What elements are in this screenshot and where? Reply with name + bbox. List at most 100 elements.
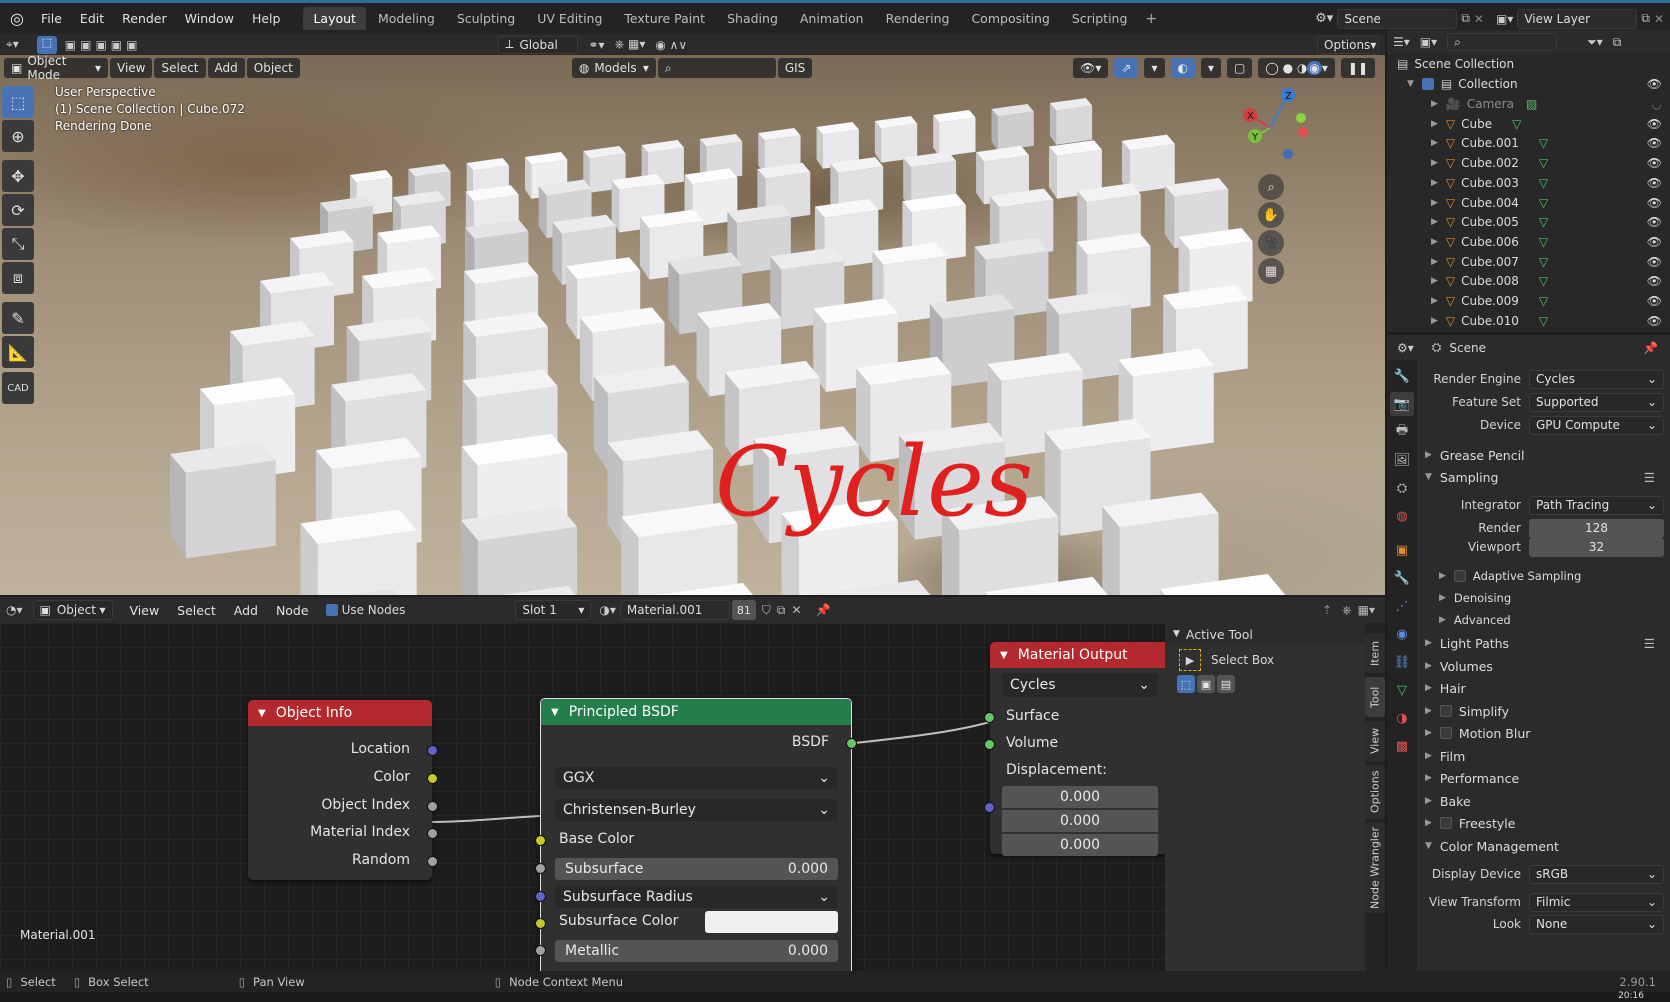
camera-view-icon[interactable]: 🎥	[1258, 230, 1284, 256]
object-tab-icon[interactable]: ▣	[1390, 538, 1414, 562]
mesh-data-icon[interactable]: ▽	[1512, 117, 1521, 131]
gizmo-dropdown-icon[interactable]: ▾	[1144, 58, 1165, 78]
duplicate-material-icon[interactable]: ⧉	[777, 603, 786, 618]
visibility-eye-icon[interactable]: 👁	[1647, 117, 1662, 131]
collection-checkbox[interactable]	[1421, 78, 1434, 90]
mode-set-icon[interactable]: ⬚	[1177, 675, 1195, 693]
data-tab-icon[interactable]: ▽	[1390, 678, 1414, 702]
base-color-socket[interactable]	[535, 835, 546, 846]
menu-add[interactable]: Add	[207, 58, 245, 78]
delete-view-layer-icon[interactable]: ✕	[1654, 12, 1664, 26]
overlays-toggle-icon[interactable]: ◐	[1170, 58, 1195, 78]
display-device-dropdown[interactable]: sRGB ⌄	[1529, 864, 1664, 884]
tab-tool[interactable]: Tool	[1365, 677, 1385, 717]
snap-icon[interactable]: ⎈ ▦▾	[615, 37, 646, 52]
display-mode-icon[interactable]: ▣▾	[1420, 35, 1437, 49]
shader-type-dropdown[interactable]: ▣ Object ▾	[32, 600, 113, 620]
mesh-data-icon[interactable]: ▽	[1539, 274, 1548, 288]
mesh-data-icon[interactable]: ▽	[1539, 255, 1548, 269]
menu-select[interactable]: Select	[154, 58, 206, 78]
view-transform-dropdown[interactable]: Filmic ⌄	[1529, 892, 1664, 912]
active-tool-header[interactable]: ▼ Active Tool	[1165, 623, 1365, 645]
transform-tool-icon[interactable]: ⧈	[2, 262, 34, 294]
distribution-dropdown[interactable]: GGX ⌄	[555, 767, 838, 789]
physics-tab-icon[interactable]: ◉	[1390, 622, 1414, 646]
new-scene-icon[interactable]: ⧉	[1461, 11, 1470, 26]
outliner-item[interactable]: ▶ ▽ Cube ▽ 👁	[1387, 114, 1670, 134]
outliner-item[interactable]: ▶ ▽ Cube.003 ▽ 👁	[1387, 173, 1670, 193]
subsurface-radius-socket[interactable]	[535, 891, 546, 902]
subsurface-socket[interactable]	[535, 863, 546, 874]
mesh-data-icon[interactable]: ▽	[1539, 294, 1548, 308]
delete-scene-icon[interactable]: ✕	[1474, 12, 1484, 26]
panel-film[interactable]: ▶ Film	[1425, 745, 1465, 767]
outliner-type-icon[interactable]: ☰▾	[1393, 35, 1410, 49]
constraints-tab-icon[interactable]: ⛓	[1390, 650, 1414, 674]
presets-list-icon[interactable]: ☰	[1644, 470, 1655, 485]
select-mode-icons[interactable]: ▣▣▣▣▣	[65, 38, 142, 52]
subsurface-color-swatch[interactable]	[705, 911, 838, 933]
expand-icon[interactable]: ▼	[1407, 79, 1414, 89]
bsdf-output-socket[interactable]	[846, 738, 857, 749]
expand-icon[interactable]: ▶	[1431, 138, 1438, 148]
scene-field[interactable]: Scene	[1337, 8, 1458, 29]
collapse-icon[interactable]: ▼	[551, 707, 559, 718]
tab-modeling[interactable]: Modeling	[368, 7, 445, 30]
expand-icon[interactable]: ▶	[1431, 158, 1438, 168]
visibility-eye-icon[interactable]: 👁	[1647, 176, 1662, 190]
outliner-item[interactable]: ▶ ▽ Cube.007 ▽ 👁	[1387, 252, 1670, 272]
menu-window[interactable]: Window	[176, 11, 243, 26]
expand-icon[interactable]: ▶	[1431, 198, 1438, 208]
panel-volumes[interactable]: ▶ Volumes	[1425, 655, 1493, 677]
3d-viewport[interactable]: Cycles	[0, 55, 1385, 595]
displacement-z[interactable]: 0.000	[1002, 834, 1158, 856]
collection-row[interactable]: ▼ ▤ Collection 👁	[1387, 74, 1670, 94]
move-tool-icon[interactable]: ✥	[2, 160, 34, 192]
outliner-item[interactable]: ▶ ▽ Cube.001 ▽ 👁	[1387, 133, 1670, 153]
menu-object[interactable]: Object	[246, 58, 300, 78]
panel-freestyle[interactable]: ▶ Freestyle	[1425, 812, 1515, 834]
slot-dropdown[interactable]: Slot 1 ▾	[515, 600, 592, 620]
motion-blur-checkbox[interactable]	[1439, 727, 1452, 739]
menu-edit[interactable]: Edit	[71, 11, 113, 26]
models-dropdown[interactable]: ◍ Models ▾	[571, 58, 656, 78]
mesh-data-icon[interactable]: ▽	[1539, 235, 1548, 249]
tab-layout[interactable]: Layout	[303, 7, 366, 30]
xray-icon[interactable]: ▢	[1227, 58, 1253, 78]
tab-item[interactable]: Item	[1365, 633, 1385, 673]
visibility-eye-icon[interactable]: 👁	[1647, 196, 1662, 210]
simplify-checkbox[interactable]	[1439, 705, 1452, 717]
panel-light-paths[interactable]: ▶ Light Paths ☰	[1425, 632, 1655, 654]
cad-tool-icon[interactable]: CAD	[2, 372, 34, 404]
presets-list-icon[interactable]: ☰	[1644, 636, 1655, 651]
visibility-eye-icon[interactable]: 👁	[1647, 235, 1662, 249]
panel-bake[interactable]: ▶ Bake	[1425, 790, 1471, 812]
random-socket[interactable]	[427, 856, 438, 867]
visibility-eye-icon[interactable]: 👁	[1647, 215, 1662, 229]
viewport-samples-field[interactable]: 32	[1529, 537, 1664, 557]
mesh-data-icon[interactable]: ▽	[1539, 176, 1548, 190]
tab-node-wrangler[interactable]: Node Wrangler	[1365, 823, 1385, 913]
expand-icon[interactable]: ▶	[1431, 119, 1438, 129]
tab-animation[interactable]: Animation	[790, 7, 874, 30]
pin-icon[interactable]: 📌	[1643, 341, 1658, 355]
object-index-socket[interactable]	[427, 801, 438, 812]
expand-icon[interactable]: ▶	[1431, 257, 1438, 267]
overlays-dropdown-icon[interactable]: ▾	[1201, 58, 1222, 78]
mesh-data-icon[interactable]: ▽	[1539, 156, 1548, 170]
panel-motion-blur[interactable]: ▶ Motion Blur	[1425, 722, 1530, 744]
particles-tab-icon[interactable]: ⋰	[1390, 594, 1414, 618]
outliner-search[interactable]: ⌕	[1447, 33, 1558, 51]
expand-icon[interactable]: ▶	[1431, 316, 1438, 326]
outliner-item[interactable]: ▶ ▽ Cube.008 ▽ 👁	[1387, 271, 1670, 291]
material-output-node[interactable]: ▼ Material Output Cycles ⌄ Surface Volume …	[984, 642, 1165, 856]
filter-icon[interactable]: ⏷▾	[1587, 35, 1603, 50]
tab-sculpting[interactable]: Sculpting	[447, 7, 525, 30]
panel-advanced[interactable]: ▶ Advanced	[1439, 609, 1511, 631]
tab-rendering[interactable]: Rendering	[876, 7, 960, 30]
mesh-data-icon[interactable]: ▽	[1539, 314, 1548, 328]
options-dropdown[interactable]: Options ▾	[1317, 35, 1379, 54]
expand-icon[interactable]: ▶	[1431, 237, 1438, 247]
perspective-grid-icon[interactable]: ▦	[1258, 258, 1284, 284]
world-tab-icon[interactable]: ◍	[1390, 504, 1414, 528]
